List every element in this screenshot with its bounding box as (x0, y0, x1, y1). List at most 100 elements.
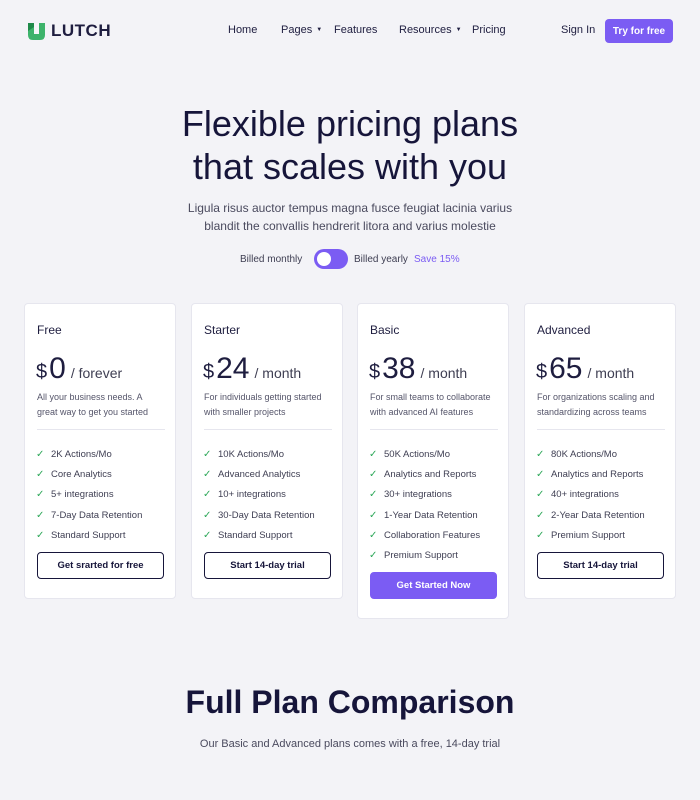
pricing-card-advanced: Advanced $ 65 / month For organizations … (524, 303, 676, 599)
pricing-card-starter: Starter $ 24 / month For individuals get… (191, 303, 343, 599)
plan-description-line: For organizations scaling and (537, 392, 655, 402)
start-trial-button[interactable]: Start 14-day trial (537, 552, 664, 579)
feature-label: 5+ integrations (51, 489, 114, 501)
check-icon: ✓ (536, 448, 545, 460)
check-icon: ✓ (203, 529, 212, 541)
divider (370, 429, 498, 430)
feature-label: Advanced Analytics (218, 468, 301, 480)
plan-description: For small teams to collaborate with adva… (370, 390, 502, 420)
feature-item: ✓ 30-Day Data Retention (203, 505, 315, 525)
feature-list: ✓ 80K Actions/Mo ✓ Analytics and Reports ✓… (536, 444, 645, 545)
plan-description: For individuals getting started with sma… (204, 390, 336, 420)
price-amount: 0 (49, 352, 66, 385)
plan-description-line: For individuals getting started (204, 392, 322, 402)
feature-item: ✓ 2-Year Data Retention (536, 505, 645, 525)
check-icon: ✓ (36, 448, 45, 460)
plan-price: $ 65 / month (536, 352, 634, 386)
feature-list: ✓ 50K Actions/Mo ✓ Analytics and Reports ✓… (369, 444, 480, 566)
nav-link-label: Pricing (472, 24, 506, 36)
feature-label: Premium Support (551, 529, 625, 541)
feature-label: Analytics and Reports (551, 468, 644, 480)
check-icon: ✓ (536, 468, 545, 480)
plan-price: $ 38 / month (369, 352, 467, 386)
feature-label: 7-Day Data Retention (51, 509, 143, 521)
top-navbar: LUTCH Home Pages ▼ Features Resources ▼ … (0, 0, 700, 62)
plan-description-line: with advanced AI features (370, 407, 474, 417)
hero-title-line: Flexible pricing plans (181, 103, 519, 144)
plan-description: All your business needs. A great way to … (37, 390, 169, 420)
hero-subtitle-line: Ligula risus auctor tempus magna fusce f… (187, 201, 513, 215)
check-icon: ✓ (369, 529, 378, 541)
feature-label: 2K Actions/Mo (51, 448, 112, 460)
feature-item: ✓ Advanced Analytics (203, 464, 315, 484)
feature-item: ✓ 2K Actions/Mo (36, 444, 142, 464)
feature-label: Core Analytics (51, 468, 112, 480)
check-icon: ✓ (536, 489, 545, 501)
feature-label: 10K Actions/Mo (218, 448, 285, 460)
sign-in-link[interactable]: Sign In (561, 24, 595, 36)
divider (537, 429, 665, 430)
plan-name: Starter (204, 323, 241, 337)
check-icon: ✓ (369, 509, 378, 521)
feature-item: ✓ 10K Actions/Mo (203, 444, 315, 464)
check-icon: ✓ (203, 489, 212, 501)
billing-switch: Billed monthly Billed yearly Save 15% (0, 249, 700, 271)
save-badge: Save 15% (414, 254, 460, 265)
plan-price: $ 24 / month (203, 352, 301, 386)
divider (37, 429, 165, 430)
plan-name: Free (37, 323, 62, 337)
start-trial-button[interactable]: Start 14-day trial (204, 552, 331, 579)
nav-link-label: Home (228, 24, 258, 36)
feature-label: 30+ integrations (384, 489, 452, 501)
feature-label: Collaboration Features (384, 529, 481, 541)
billed-monthly-label: Billed monthly (240, 254, 303, 265)
billed-yearly-label: Billed yearly (354, 254, 408, 265)
nav-link-pricing[interactable]: Pricing (472, 24, 506, 36)
feature-item: ✓ Standard Support (203, 525, 315, 545)
plan-price: $ 0 / forever (36, 352, 122, 386)
price-period: / month (420, 365, 468, 381)
hero-title-line: that scales with you (192, 146, 508, 187)
nav-link-pages[interactable]: Pages ▼ (281, 24, 322, 36)
check-icon: ✓ (203, 448, 212, 460)
nav-link-label: Pages (281, 24, 313, 36)
nav-link-resources[interactable]: Resources ▼ (399, 24, 462, 36)
feature-list: ✓ 10K Actions/Mo ✓ Advanced Analytics ✓ 10+… (203, 444, 315, 545)
feature-item: ✓ 80K Actions/Mo (536, 444, 645, 464)
feature-label: Standard Support (218, 529, 293, 541)
caret-down-icon: ▼ (455, 27, 462, 33)
try-for-free-button[interactable]: Try for free (605, 19, 673, 43)
check-icon: ✓ (369, 448, 378, 460)
divider (204, 429, 332, 430)
feature-label: 30-Day Data Retention (218, 509, 315, 521)
price-amount: 65 (549, 352, 583, 385)
nav-link-label: Features (334, 24, 378, 36)
get-started-now-button[interactable]: Get Started Now (370, 572, 497, 599)
comparison-title: Full Plan Comparison (185, 684, 515, 720)
billing-toggle[interactable] (314, 249, 348, 269)
plan-name: Basic (370, 323, 400, 337)
feature-item: ✓ Collaboration Features (369, 525, 480, 545)
feature-item: ✓ 10+ integrations (203, 485, 315, 505)
check-icon: ✓ (36, 509, 45, 521)
nav-link-home[interactable]: Home (228, 24, 257, 36)
brand-logo[interactable]: LUTCH (27, 21, 111, 41)
get-started-free-button[interactable]: Get srarted for free (37, 552, 164, 579)
feature-item: ✓ Standard Support (36, 525, 142, 545)
check-icon: ✓ (369, 468, 378, 480)
price-period: / month (587, 365, 635, 381)
pricing-card-basic: Basic $ 38 / month For small teams to co… (357, 303, 509, 619)
plan-description-line: For small teams to collaborate (370, 392, 491, 402)
check-icon: ✓ (36, 489, 45, 501)
feature-label: 10+ integrations (218, 489, 286, 501)
hero-title: Flexible pricing plans that scales with … (0, 102, 700, 188)
feature-item: ✓ 30+ integrations (369, 485, 480, 505)
currency-symbol: $ (203, 361, 215, 383)
nav-link-features[interactable]: Features (334, 24, 377, 36)
feature-label: 2-Year Data Retention (551, 509, 645, 521)
feature-item: ✓ Premium Support (369, 545, 480, 565)
price-period: / forever (70, 365, 123, 381)
feature-label: 1-Year Data Retention (384, 509, 478, 521)
currency-symbol: $ (36, 361, 48, 383)
feature-item: ✓ Analytics and Reports (369, 464, 480, 484)
